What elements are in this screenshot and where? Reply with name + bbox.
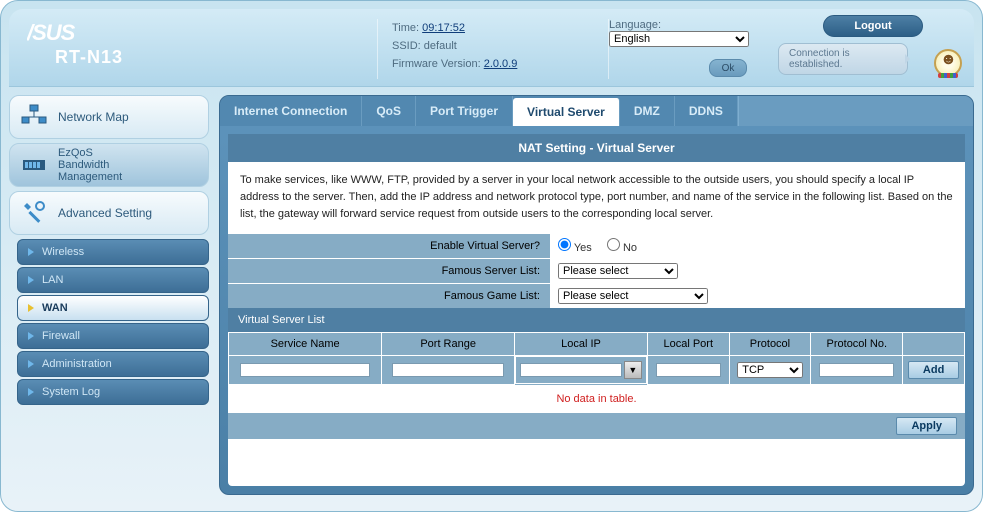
famous-server-select[interactable]: Please select (558, 263, 678, 279)
col-local-ip: Local IP (515, 333, 648, 356)
virtual-server-table: Service Name Port Range Local IP Local P… (228, 332, 965, 385)
sidebar-item-label: Advanced Setting (58, 206, 152, 220)
local-ip-input[interactable] (520, 363, 622, 377)
ssid-value: default (424, 40, 457, 52)
sidebar-sub-label: LAN (42, 274, 63, 286)
connection-status: Connection is established. (778, 43, 908, 75)
chevron-right-icon (28, 304, 34, 312)
enable-no-option[interactable]: No (607, 242, 637, 254)
enable-yes-option[interactable]: Yes (558, 242, 592, 254)
app-frame: /SUS RT-N13 Time: 09:17:52 SSID: default… (0, 0, 983, 512)
tab-ddns[interactable]: DDNS (675, 96, 738, 126)
sidebar-sub-label: Firewall (42, 330, 80, 342)
row-famous-server: Famous Server List: Please select (228, 258, 965, 283)
tab-port-trigger[interactable]: Port Trigger (416, 96, 513, 126)
sidebar-item-advanced[interactable]: Advanced Setting (9, 191, 209, 235)
local-ip-dropdown-button[interactable]: ▼ (624, 361, 642, 379)
logout-button[interactable]: Logout (823, 15, 923, 37)
sidebar-sub-label: System Log (42, 386, 100, 398)
tab-bar: Internet Connection QoS Port Trigger Vir… (220, 96, 973, 126)
svg-text:/SUS: /SUS (27, 20, 76, 45)
time-label: Time: (392, 22, 419, 34)
header-right: Logout Connection is established. (778, 15, 968, 75)
enable-label: Enable Virtual Server? (228, 234, 550, 258)
tools-icon (20, 199, 48, 227)
row-enable: Enable Virtual Server? Yes No (228, 233, 965, 258)
fw-label: Firmware Version: (392, 58, 481, 70)
sidebar-sub-administration[interactable]: Administration (17, 351, 209, 377)
logo-block: /SUS RT-N13 (27, 15, 377, 68)
famous-game-select[interactable]: Please select (558, 288, 708, 304)
chevron-right-icon (28, 388, 34, 396)
sidebar-item-ezqos[interactable]: EzQoS Bandwidth Management (9, 143, 209, 187)
tab-virtual-server[interactable]: Virtual Server (513, 98, 620, 126)
chevron-right-icon (28, 360, 34, 368)
chevron-right-icon (28, 332, 34, 340)
col-protocol: Protocol (729, 333, 811, 356)
service-name-input[interactable] (240, 363, 370, 377)
protocol-select[interactable]: TCP (737, 362, 802, 378)
main-panel: Internet Connection QoS Port Trigger Vir… (219, 95, 974, 495)
tab-spacer (738, 96, 973, 126)
time-value[interactable]: 09:17:52 (422, 22, 465, 34)
local-port-input[interactable] (656, 363, 721, 377)
port-range-input[interactable] (392, 363, 503, 377)
famous-game-label: Famous Game List: (228, 284, 550, 308)
col-action (903, 333, 965, 356)
asus-logo: /SUS (27, 19, 177, 49)
sidebar-sub-label: Administration (42, 358, 112, 370)
table-header-row: Service Name Port Range Local IP Local P… (229, 333, 965, 356)
enable-no-radio[interactable] (607, 238, 620, 251)
tab-qos[interactable]: QoS (362, 96, 416, 126)
ssid-label: SSID: (392, 40, 421, 52)
header-bar: /SUS RT-N13 Time: 09:17:52 SSID: default… (9, 9, 974, 87)
language-label: Language: (609, 19, 769, 31)
sidebar-sub-lan[interactable]: LAN (17, 267, 209, 293)
connection-status-icon (934, 49, 962, 77)
apply-row: Apply (228, 413, 965, 439)
language-select[interactable]: English (609, 31, 749, 47)
famous-server-label: Famous Server List: (228, 259, 550, 283)
page-title: NAT Setting - Virtual Server (228, 134, 965, 162)
sidebar-sub-label: WAN (42, 302, 68, 314)
col-protocol-no: Protocol No. (811, 333, 903, 356)
language-block: Language: English Ok (609, 15, 769, 77)
sidebar-sub-wireless[interactable]: Wireless (17, 239, 209, 265)
tab-dmz[interactable]: DMZ (620, 96, 675, 126)
sidebar-item-label: EzQoS Bandwidth Management (58, 147, 122, 183)
system-info: Time: 09:17:52 SSID: default Firmware Ve… (378, 15, 608, 73)
sidebar-sub-wan[interactable]: WAN (17, 295, 209, 321)
page-description: To make services, like WWW, FTP, provide… (228, 162, 965, 233)
add-button[interactable]: Add (908, 361, 959, 379)
virtual-server-list-header: Virtual Server List (228, 308, 965, 332)
chevron-right-icon (28, 248, 34, 256)
col-local-port: Local Port (647, 333, 729, 356)
col-service-name: Service Name (229, 333, 382, 356)
col-port-range: Port Range (382, 333, 515, 356)
sidebar-item-network-map[interactable]: Network Map (9, 95, 209, 139)
chevron-right-icon (28, 276, 34, 284)
content-pane: NAT Setting - Virtual Server To make ser… (228, 134, 965, 486)
model-label: RT-N13 (55, 47, 377, 68)
fw-value[interactable]: 2.0.0.9 (484, 58, 518, 70)
empty-state-text: No data in table. (228, 385, 965, 413)
tab-internet-connection[interactable]: Internet Connection (220, 96, 362, 126)
network-map-icon (20, 103, 48, 131)
enable-yes-radio[interactable] (558, 238, 571, 251)
body-row: Network Map EzQoS Bandwidth Management A… (9, 87, 974, 495)
sidebar-item-label: Network Map (58, 110, 129, 124)
language-ok-button[interactable]: Ok (709, 59, 747, 77)
protocol-no-input[interactable] (819, 363, 894, 377)
ezqos-icon (20, 151, 48, 179)
sidebar-sub-system-log[interactable]: System Log (17, 379, 209, 405)
sidebar-sub-firewall[interactable]: Firewall (17, 323, 209, 349)
row-famous-game: Famous Game List: Please select (228, 283, 965, 308)
sidebar-sub-label: Wireless (42, 246, 84, 258)
table-input-row: ▼ TCP Add (229, 356, 965, 385)
sidebar: Network Map EzQoS Bandwidth Management A… (9, 95, 209, 495)
apply-button[interactable]: Apply (896, 417, 957, 435)
